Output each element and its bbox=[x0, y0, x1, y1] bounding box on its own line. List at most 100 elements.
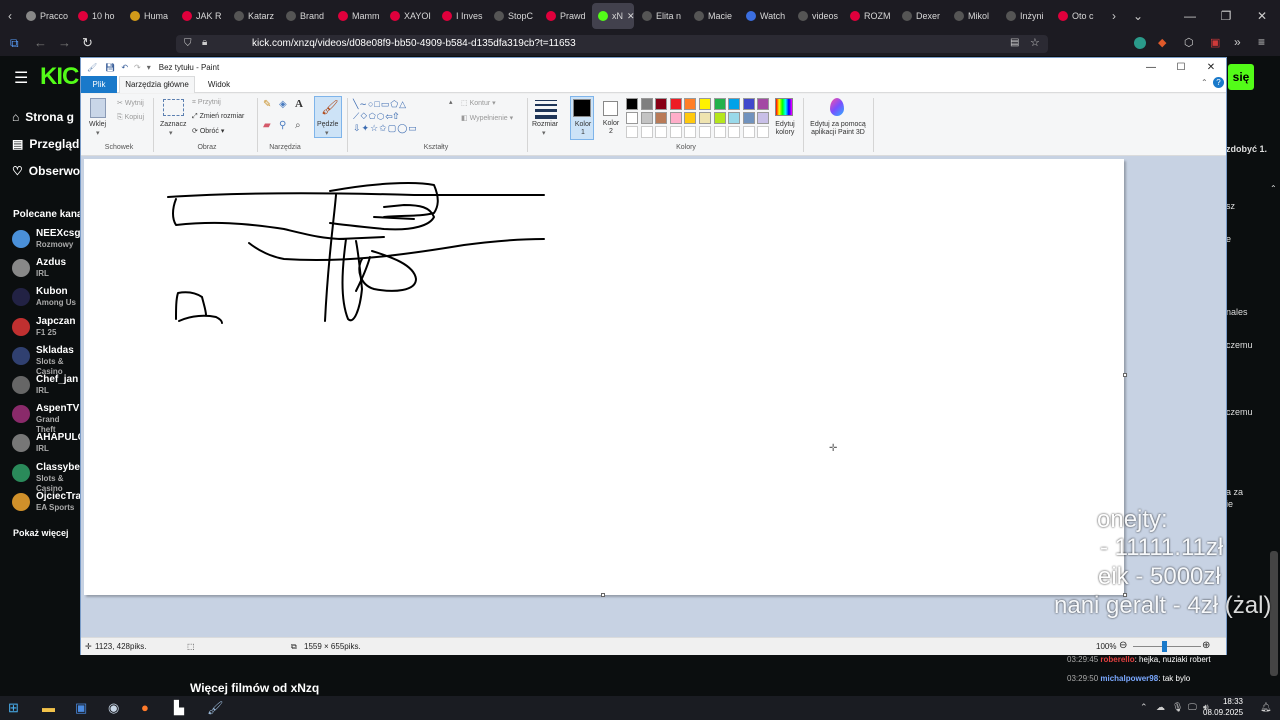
overflow-chevrons-icon[interactable]: » bbox=[1234, 35, 1241, 49]
select-icon[interactable] bbox=[163, 99, 184, 116]
zoom-slider-thumb[interactable] bbox=[1162, 641, 1167, 652]
browser-tab[interactable]: StopC bbox=[488, 3, 538, 29]
palette-swatch[interactable] bbox=[728, 98, 741, 110]
undo-icon[interactable]: ↶ bbox=[121, 63, 128, 72]
palette-swatch[interactable] bbox=[640, 112, 653, 124]
edit-colors-label[interactable]: Edytuj kolory bbox=[771, 121, 799, 137]
browser-tab[interactable]: XAYOI bbox=[384, 3, 434, 29]
drawing-canvas[interactable]: ✛ bbox=[84, 159, 1124, 595]
windows-start-icon[interactable]: ⊞ bbox=[8, 700, 24, 716]
channel-item[interactable]: Japczan F1 25 bbox=[12, 316, 75, 338]
channel-item[interactable]: Classybet Slots & Casino bbox=[12, 462, 83, 494]
browser-tab[interactable]: JAK R bbox=[176, 3, 226, 29]
paint-minimize-icon[interactable]: — bbox=[1136, 62, 1166, 73]
browser-tab[interactable]: Katarz bbox=[228, 3, 278, 29]
reload-icon[interactable]: ↻ bbox=[82, 35, 93, 51]
app-icon[interactable]: ▣ bbox=[75, 700, 91, 716]
palette-swatch[interactable] bbox=[640, 126, 653, 138]
resize-handle-right[interactable] bbox=[1123, 373, 1127, 377]
size-dropdown-icon[interactable]: ▾ bbox=[542, 129, 546, 137]
browser-tab[interactable]: Mikol bbox=[948, 3, 998, 29]
palette-swatch[interactable] bbox=[684, 126, 697, 138]
app-menu-icon[interactable]: ≡ bbox=[1258, 35, 1265, 49]
copy-button[interactable]: ⎘ Kopiuj bbox=[117, 114, 144, 122]
channel-item[interactable]: Kubon Among Us bbox=[12, 286, 76, 308]
tab-list-menu-icon[interactable]: ⌄ bbox=[1126, 9, 1150, 23]
palette-swatch[interactable] bbox=[713, 126, 726, 138]
crop-button[interactable]: ⌗ Przytnij bbox=[192, 99, 221, 107]
tab-file[interactable]: Plik bbox=[81, 76, 117, 93]
palette-swatch[interactable] bbox=[684, 98, 697, 110]
browser-tab[interactable]: Pracco bbox=[20, 3, 70, 29]
paste-label[interactable]: Wklej bbox=[89, 121, 106, 128]
extension-icon[interactable] bbox=[1134, 37, 1146, 49]
palette-swatch[interactable] bbox=[742, 112, 755, 124]
palette-swatch[interactable] bbox=[655, 98, 668, 110]
nav-following[interactable]: ♡ Obserwo bbox=[12, 164, 80, 178]
extension-fox-icon[interactable]: ◆ bbox=[1158, 36, 1166, 49]
palette-swatch[interactable] bbox=[757, 112, 770, 124]
notification-bell-icon[interactable]: 🔔︎ bbox=[1260, 702, 1276, 718]
browser-tab[interactable]: Dexer bbox=[896, 3, 946, 29]
resize-handle-bottom[interactable] bbox=[601, 593, 605, 597]
magnifier-icon[interactable]: ⌕ bbox=[295, 120, 301, 131]
tab-home[interactable]: Narzędzia główne bbox=[119, 76, 195, 93]
channel-item[interactable]: NEEXcsgo Rozmowy bbox=[12, 228, 87, 250]
paste-icon[interactable] bbox=[90, 98, 106, 118]
palette-swatch[interactable] bbox=[757, 98, 770, 110]
palette-swatch[interactable] bbox=[669, 112, 682, 124]
brushes-button[interactable]: 🖌︎ Pędzle ▾ bbox=[314, 96, 342, 138]
zoom-slider[interactable] bbox=[1133, 646, 1201, 647]
outline-button[interactable]: ⬚ Kontur ▾ bbox=[461, 99, 496, 107]
channel-item[interactable]: AHAPULO IRL bbox=[12, 432, 85, 454]
chat-username[interactable]: roberello bbox=[1100, 655, 1134, 664]
zoom-in-icon[interactable]: ⊕ bbox=[1202, 640, 1210, 651]
channel-item[interactable]: Azdus IRL bbox=[12, 257, 66, 279]
browser-tab[interactable]: Huma bbox=[124, 3, 174, 29]
bookmark-star-icon[interactable]: ☆ bbox=[1030, 36, 1040, 49]
network-icon[interactable]: 🖵︎ bbox=[1188, 702, 1204, 718]
palette-swatch[interactable] bbox=[626, 98, 638, 110]
browser-tab[interactable]: Watch bbox=[740, 3, 790, 29]
palette-swatch[interactable] bbox=[757, 126, 770, 138]
firefox-icon[interactable]: ● bbox=[141, 700, 157, 716]
save-icon[interactable]: 💾︎ bbox=[105, 63, 115, 72]
edit-colors-icon[interactable] bbox=[775, 98, 793, 116]
clock-time[interactable]: 18:33 bbox=[1203, 697, 1243, 706]
select-label[interactable]: Zaznacz bbox=[160, 121, 186, 128]
redo-icon[interactable]: ↷ bbox=[134, 63, 141, 72]
paint-close-icon[interactable]: ✕ bbox=[1196, 62, 1226, 73]
quick-access-dropdown-icon[interactable]: ▾ bbox=[147, 63, 151, 72]
browser-tab[interactable]: Inżyni bbox=[1000, 3, 1050, 29]
shapes-gallery[interactable]: ╲∼○□▭⬠△ ⟋◇⬠⬡⇦⇧ ⇩✦☆✩▢◯▭ bbox=[353, 98, 449, 136]
paint-maximize-icon[interactable]: ☐ bbox=[1166, 62, 1196, 73]
fill-button[interactable]: ◧ Wypełnienie ▾ bbox=[461, 114, 513, 122]
tab-scroll-right-icon[interactable]: › bbox=[1102, 9, 1126, 23]
browser-tab[interactable]: Prawd bbox=[540, 3, 590, 29]
close-icon[interactable]: ✕ bbox=[1244, 9, 1280, 23]
chat-username[interactable]: michalpower98 bbox=[1100, 674, 1158, 683]
paste-dropdown-icon[interactable]: ▾ bbox=[96, 129, 100, 137]
nav-browse[interactable]: ▤ Przegląd bbox=[12, 137, 79, 151]
tab-view[interactable]: Widok bbox=[199, 76, 239, 93]
browser-tab[interactable]: 10 ho bbox=[72, 3, 122, 29]
url-bar[interactable]: ⛉ 🔒︎ kick.com/xnzq/videos/d08e08f9-bb50-… bbox=[176, 35, 1048, 53]
browser-tab[interactable]: I Inves bbox=[436, 3, 486, 29]
tray-chevron-icon[interactable]: ⌃ bbox=[1140, 702, 1156, 718]
url-text[interactable]: kick.com/xnzq/videos/d08e08f9-bb50-4909-… bbox=[252, 38, 576, 49]
text-tool-icon[interactable]: A bbox=[295, 98, 303, 110]
browser-tab[interactable]: Brand bbox=[280, 3, 330, 29]
palette-swatch[interactable] bbox=[742, 98, 755, 110]
rotate-button[interactable]: ⟳ Obróć ▾ bbox=[192, 127, 224, 135]
palette-swatch[interactable] bbox=[640, 98, 653, 110]
show-more-link[interactable]: Pokaż więcej bbox=[13, 528, 69, 538]
palette-swatch[interactable] bbox=[699, 98, 711, 110]
sidebar-toggle-icon[interactable]: ⧉ bbox=[10, 36, 19, 51]
ribbon-collapse-icon[interactable]: ⌃ bbox=[1201, 78, 1208, 87]
browser-tab[interactable]: Elita n bbox=[636, 3, 686, 29]
shapes-scroll-icon[interactable]: ▴ bbox=[449, 98, 453, 106]
channel-item[interactable]: Skladas Slots & Casino bbox=[12, 345, 80, 377]
paint3d-label[interactable]: Edytuj za pomocą aplikacji Paint 3D bbox=[806, 121, 870, 137]
file-explorer-icon[interactable]: ▬ bbox=[42, 700, 58, 716]
palette-swatch[interactable] bbox=[728, 112, 741, 124]
